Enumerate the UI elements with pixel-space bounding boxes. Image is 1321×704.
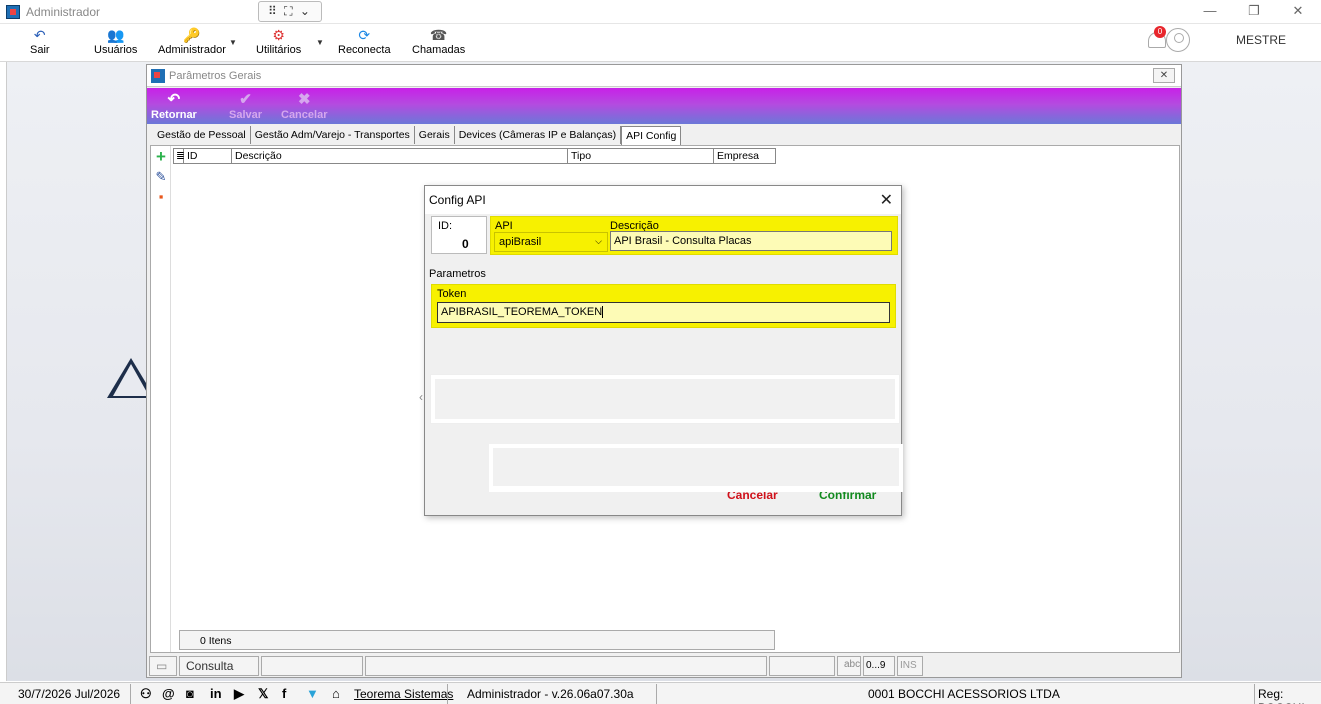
id-field: ID: 0 xyxy=(431,216,487,254)
status-panel-1 xyxy=(261,656,363,676)
github-icon[interactable]: ⚇ xyxy=(140,686,152,702)
action-ribbon: ↶ Retornar ✔ Salvar ✖ Cancelar xyxy=(147,88,1181,124)
linkedin-icon[interactable]: in xyxy=(210,686,222,701)
administrador-dropdown-icon[interactable]: ▼ xyxy=(229,38,237,47)
chevron-left-icon: ‹ xyxy=(419,390,423,404)
logout-icon: ↶ xyxy=(33,27,46,43)
tab-devices[interactable]: Devices (Câmeras IP e Balanças) xyxy=(455,126,622,144)
salvar-button[interactable]: ✔ Salvar xyxy=(229,90,262,121)
usuarios-button[interactable]: 👥 Usuários xyxy=(94,26,137,56)
items-count: 0 Itens xyxy=(179,630,775,650)
mode-indicator: Consulta xyxy=(179,656,259,676)
cancelar-ribbon-button[interactable]: ✖ Cancelar xyxy=(281,90,327,121)
status-panel-3 xyxy=(769,656,835,676)
sair-button[interactable]: ↶ Sair xyxy=(30,26,50,56)
close-child-button[interactable]: ✕ xyxy=(1153,68,1175,83)
tab-strip: Gestão de Pessoal Gestão Adm/Varejo - Tr… xyxy=(153,126,682,145)
facebook-icon[interactable]: f xyxy=(282,686,286,701)
edit-icon[interactable]: ✎ xyxy=(154,170,168,184)
parametros-label: Parametros xyxy=(429,268,486,280)
restore-icon[interactable]: ❐ xyxy=(1244,3,1264,21)
close-icon[interactable]: ✕ xyxy=(1288,3,1308,21)
child-titlebar: Parâmetros Gerais ✕ xyxy=(147,65,1181,87)
api-select[interactable]: apiBrasil ⌵ xyxy=(494,232,608,252)
dialog-titlebar: Config API ✕ xyxy=(425,186,901,214)
column-menu-icon[interactable]: ≣ xyxy=(174,149,185,163)
col-empresa[interactable]: Empresa xyxy=(714,149,776,163)
company-name: 0001 BOCCHI ACESSORIOS LTDA xyxy=(868,687,1060,701)
api-group: API Descrição apiBrasil ⌵ API Brasil - C… xyxy=(490,216,898,255)
placeholder-panel-2 xyxy=(489,444,903,492)
check-icon: ✔ xyxy=(239,91,252,108)
phone-icon: ☎ xyxy=(429,27,448,43)
token-group: Token APIBRASIL_TEOREMA_TOKEN xyxy=(431,284,896,328)
dialog-close-icon[interactable]: ✕ xyxy=(880,190,893,210)
tab-gerais[interactable]: Gerais xyxy=(415,126,455,144)
keyboard-icon: ▭ xyxy=(149,656,177,676)
x-icon: ✖ xyxy=(297,91,311,108)
id-label: ID: xyxy=(438,220,453,232)
date-display: 30/7/2026 Jul/2026 xyxy=(18,687,121,701)
descricao-input[interactable]: API Brasil - Consulta Placas xyxy=(610,231,892,251)
snap-layout-button[interactable]: ⠿ ⛶ ⌄ xyxy=(258,1,322,22)
child-title: Parâmetros Gerais xyxy=(169,70,262,82)
current-user: MESTRE xyxy=(1236,33,1287,47)
tab-gestao-adm[interactable]: Gestão Adm/Varejo - Transportes xyxy=(251,126,415,144)
col-tipo[interactable]: Tipo xyxy=(568,149,714,163)
notification-badge: 0 xyxy=(1154,26,1166,38)
utilitarios-button[interactable]: ⚙ Utilitários xyxy=(256,26,301,56)
tab-api-config[interactable]: API Config xyxy=(621,126,682,145)
back-icon: ↶ xyxy=(167,91,181,108)
add-icon[interactable]: + xyxy=(154,148,168,165)
tab-gestao-pessoal[interactable]: Gestão de Pessoal xyxy=(153,126,251,144)
dialog-title: Config API xyxy=(429,193,486,207)
app-icon xyxy=(6,5,20,19)
tools-icon: ⚙ xyxy=(272,27,285,43)
delete-icon[interactable]: ▪ xyxy=(154,190,168,204)
email-icon[interactable]: @ xyxy=(162,686,175,701)
abc-indicator: abc xyxy=(837,656,861,676)
api-label: API xyxy=(495,220,513,232)
placeholder-panel xyxy=(430,374,900,424)
graduation-icon: ⌂ xyxy=(332,686,340,701)
window-titlebar: Administrador ⠿ ⛶ ⌄ — ❐ ✕ xyxy=(0,0,1321,24)
child-statusline: ▭ Consulta abc 0...9 INS xyxy=(147,654,1181,676)
col-descricao[interactable]: Descrição xyxy=(232,149,568,163)
user-avatar-icon[interactable] xyxy=(1166,28,1190,52)
key-icon: 🔑 xyxy=(183,27,201,43)
text-cursor xyxy=(602,306,604,319)
window-title: Administrador xyxy=(26,5,101,19)
status-panel-2 xyxy=(365,656,767,676)
utilitarios-dropdown-icon[interactable]: ▼ xyxy=(316,38,324,47)
window-icon xyxy=(151,69,165,83)
instagram-icon[interactable]: ◙ xyxy=(186,686,194,701)
config-api-dialog: Config API ✕ ID: 0 API Descrição apiBras… xyxy=(419,185,903,516)
administrador-button[interactable]: 🔑 Administrador xyxy=(158,26,226,56)
grid-header: ≣ ID Descrição Tipo Empresa xyxy=(173,148,776,164)
col-id[interactable]: ID xyxy=(184,149,232,163)
reconnect-icon: ⟳ xyxy=(358,27,371,43)
main-toolbar: ↶ Sair 👥 Usuários 🔑 Administrador ▼ ⚙ Ut… xyxy=(0,24,1321,62)
app-statusbar: 30/7/2026 Jul/2026 ⚇ @ ◙ in ▶ 𝕏 f ▼ ⌂ Te… xyxy=(0,682,1321,704)
token-input[interactable]: APIBRASIL_TEOREMA_TOKEN xyxy=(437,302,890,323)
minimize-icon[interactable]: — xyxy=(1200,3,1220,21)
teorema-link[interactable]: Teorema Sistemas xyxy=(354,687,453,701)
num-indicator: 0...9 xyxy=(863,656,895,676)
ins-indicator: INS xyxy=(897,656,923,676)
reconecta-button[interactable]: ⟳ Reconecta xyxy=(338,26,391,56)
record-actions: + ✎ ▪ xyxy=(151,146,171,652)
users-icon: 👥 xyxy=(106,27,125,43)
teorema-logo-icon: ▼ xyxy=(306,686,319,701)
youtube-icon[interactable]: ▶ xyxy=(234,686,244,702)
retornar-button[interactable]: ↶ Retornar xyxy=(151,90,197,121)
registration: Reg: BOCCHI xyxy=(1258,687,1305,704)
chamadas-button[interactable]: ☎ Chamadas xyxy=(412,26,465,56)
version-text: Administrador - v.26.06a07.30a xyxy=(467,687,634,701)
id-value: 0 xyxy=(462,237,469,251)
x-twitter-icon[interactable]: 𝕏 xyxy=(258,686,268,702)
token-label: Token xyxy=(437,288,467,300)
chevron-down-icon: ⌵ xyxy=(595,236,602,246)
